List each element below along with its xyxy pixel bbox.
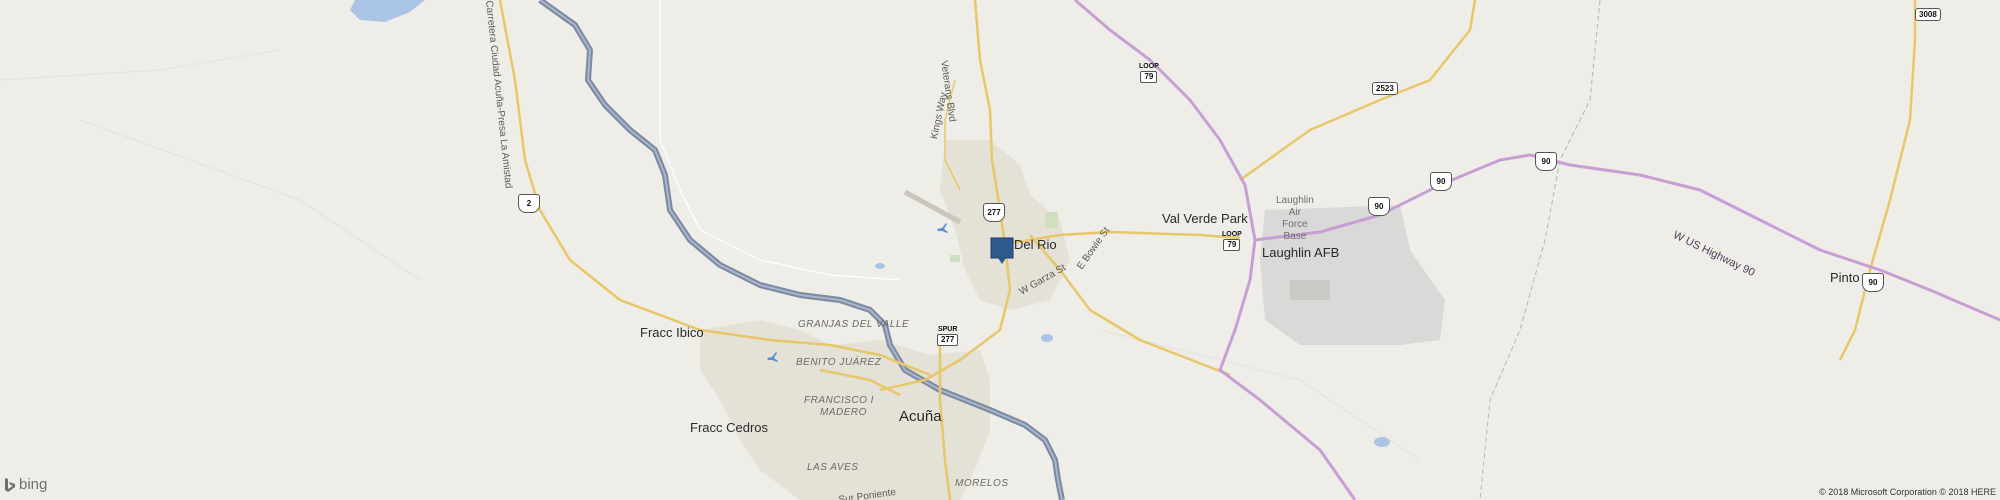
district-label-granjas-del-valle: GRANJAS DEL VALLE: [798, 319, 910, 330]
fm-3008-shield[interactable]: 3008: [1915, 8, 1941, 21]
district-label-benito-juarez: BENITO JUÁREZ: [796, 357, 882, 368]
loop-79-shield-north[interactable]: LOOP 79: [1139, 63, 1159, 83]
lake-amistad: [350, 0, 425, 22]
spur-number: 277: [937, 334, 959, 346]
park-green-2: [950, 255, 960, 262]
district-label-francisco-madero: FRANCISCO I: [804, 395, 874, 406]
location-pin-marker[interactable]: [990, 237, 1014, 265]
base-runways: [1290, 280, 1330, 300]
loop-label-north: LOOP: [1139, 63, 1159, 70]
spur-label: SPUR: [937, 326, 958, 333]
afb-line-2: Air: [1288, 207, 1302, 218]
us-90-shield-a[interactable]: 90: [1368, 197, 1390, 216]
mx-2-shield[interactable]: 2: [518, 194, 540, 213]
loop-number-north: 79: [1140, 71, 1158, 83]
place-label-acuna[interactable]: Acuña: [899, 409, 942, 424]
pond-3: [875, 263, 885, 269]
district-label-las-aves: LAS AVES: [807, 462, 859, 473]
afb-line-3: Force: [1282, 219, 1308, 230]
us-90-box-b: 90: [1430, 172, 1452, 191]
faint-road-3: [1099, 329, 1421, 461]
loop-79-shield-south[interactable]: LOOP 79: [1222, 231, 1242, 251]
road-3008: [1838, 0, 1917, 361]
us-90-box-c: 90: [1535, 152, 1557, 171]
us-277-shield[interactable]: 277: [983, 203, 1005, 222]
pond: [1041, 334, 1053, 342]
faint-road-2: [79, 119, 421, 281]
us-90-shield-b[interactable]: 90: [1430, 172, 1452, 191]
place-label-fracc-ibico[interactable]: Fracc Ibico: [640, 326, 704, 339]
county-line: [1479, 0, 1601, 500]
loop-number-south: 79: [1223, 239, 1241, 251]
place-label-del-rio[interactable]: Del Rio: [1014, 238, 1057, 251]
bing-logo-text: bing: [19, 476, 48, 493]
district-label-madero: MADERO: [820, 407, 867, 418]
fm-2523-box: 2523: [1372, 82, 1398, 95]
bing-logo[interactable]: bing: [4, 476, 47, 493]
place-label-fracc-cedros[interactable]: Fracc Cedros: [690, 421, 768, 434]
road-2523: [1239, 0, 1477, 182]
place-label-pinto[interactable]: Pinto: [1830, 271, 1860, 284]
place-label-laughlin-afb[interactable]: Laughlin AFB: [1262, 246, 1339, 259]
faint-road: [0, 49, 281, 81]
afb-line-1: Laughlin: [1276, 195, 1314, 206]
place-label-val-verde-park[interactable]: Val Verde Park: [1162, 212, 1248, 225]
us-90-box-a: 90: [1368, 197, 1390, 216]
bing-icon: [5, 477, 15, 492]
laughlin-air-force-base-label: Laughlin Air Force Base: [1276, 195, 1314, 243]
map-canvas[interactable]: Del Rio Val Verde Park Laughlin AFB Pint…: [0, 0, 2000, 500]
minor-road: [659, 0, 901, 281]
us-90-box-d: 90: [1862, 273, 1884, 292]
copyright-text: © 2018 Microsoft Corporation © 2018 HERE: [1819, 487, 1996, 497]
us-90-highway: [1074, 0, 1257, 241]
loop-label-south: LOOP: [1222, 231, 1242, 238]
airport-icon-acuna[interactable]: [766, 350, 780, 364]
park-green: [1045, 212, 1058, 228]
district-label-morelos: MORELOS: [955, 478, 1009, 489]
us-90-shield-d[interactable]: 90: [1862, 273, 1884, 292]
fm-2523-shield[interactable]: 2523: [1372, 82, 1398, 95]
afb-line-4: Base: [1283, 231, 1307, 242]
mx-2-box: 2: [518, 194, 540, 213]
airport-icon[interactable]: [936, 221, 950, 235]
us-277-shield-box: 277: [983, 203, 1005, 222]
fm-3008-box: 3008: [1915, 8, 1941, 21]
us-90-shield-c[interactable]: 90: [1535, 152, 1557, 171]
spur-277-shield[interactable]: SPUR 277: [937, 326, 959, 346]
